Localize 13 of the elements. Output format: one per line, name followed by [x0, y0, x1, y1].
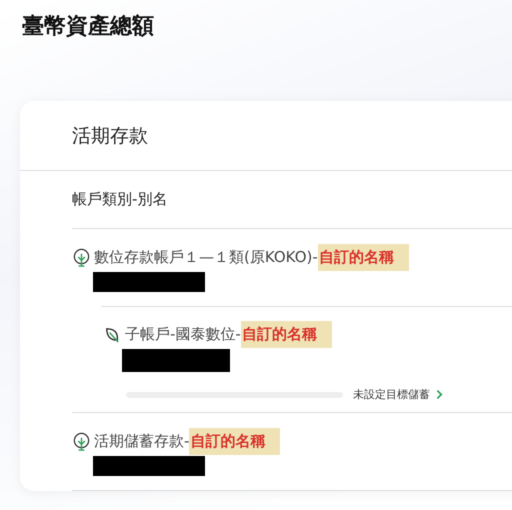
tree-icon	[72, 248, 91, 266]
tree-icon	[72, 432, 91, 450]
account-name: 活期儲蓄存款-	[94, 432, 190, 450]
account-alias: 自訂的名稱	[240, 320, 332, 348]
page-title: 臺幣資產總額	[21, 13, 155, 41]
account-name: 子帳戶-國泰數位-	[125, 324, 241, 344]
goal-link[interactable]: 未設定目標儲蓄	[353, 387, 443, 402]
account-alias: 自訂的名稱	[189, 428, 280, 454]
account-alias: 自訂的名稱	[318, 244, 409, 270]
chevron-icon	[436, 389, 443, 400]
column-header: 帳戶類別-別名	[72, 190, 168, 209]
account-name: 數位存款帳戶１—１類(原KOKO)-	[94, 248, 318, 266]
section-title: 活期存款	[72, 124, 148, 148]
